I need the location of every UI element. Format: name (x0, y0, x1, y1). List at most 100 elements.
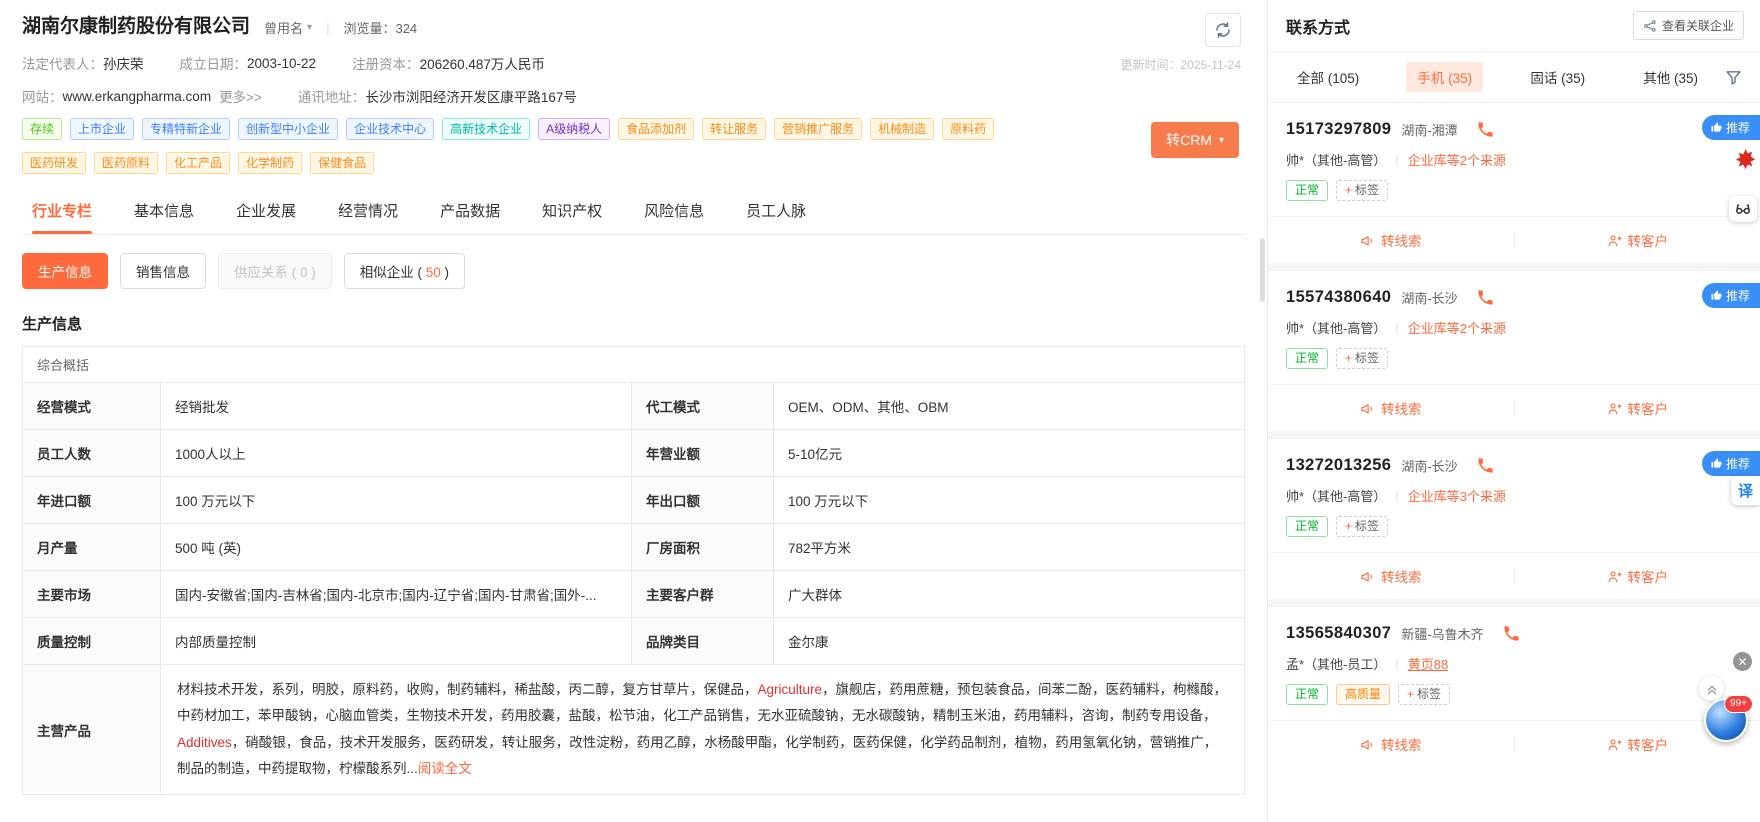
to-lead-button[interactable]: 转线索 (1268, 217, 1514, 263)
thumb-up-icon (1711, 122, 1722, 133)
contact-main-row: 15574380640 湖南-长沙 (1286, 288, 1742, 307)
tab-5[interactable]: 产品数据 (438, 190, 502, 234)
add-tag-button[interactable]: + 标签 (1336, 516, 1389, 537)
phone-call-icon[interactable] (1476, 456, 1495, 475)
subtab-1[interactable]: 生产信息 (22, 253, 108, 289)
tab-2[interactable]: 基本信息 (132, 190, 196, 234)
tab-7[interactable]: 风险信息 (642, 190, 706, 234)
contact-filter-2[interactable]: 手机 (35) (1406, 62, 1484, 92)
assistant-avatar[interactable]: 99+ (1704, 695, 1753, 742)
views-label: 浏览量： (343, 20, 396, 36)
close-icon[interactable]: ✕ (1733, 652, 1752, 671)
plus-icon: + (1345, 183, 1353, 197)
contact-source-link[interactable]: 企业库等2个来源 (1408, 318, 1506, 337)
contact-main-row: 13272013256 湖南-长沙 (1286, 456, 1742, 475)
separator: | (1395, 320, 1399, 335)
filter-funnel-icon[interactable] (1725, 69, 1742, 86)
field-value: 206260.487万人民币 (419, 57, 545, 72)
production-table-body: 综合概括 经营模式 经销批发 代工模式 OEM、ODM、其他、OBM 员工人数 1000人以… (22, 346, 1245, 796)
subtab-4[interactable]: 相似企业 ( 50 ) (343, 253, 466, 289)
collapse-button[interactable] (1699, 676, 1724, 701)
phone-call-icon[interactable] (1476, 120, 1495, 139)
plus-icon: + (1345, 351, 1353, 365)
to-customer-button[interactable]: 转客户 (1515, 385, 1760, 431)
company-tag: 食品添加剂 (618, 118, 695, 140)
to-customer-label: 转客户 (1627, 234, 1669, 249)
contact-filter-4[interactable]: 其他 (35) (1632, 62, 1709, 92)
add-tag-button[interactable]: + 标签 (1336, 348, 1389, 369)
subtab-2[interactable]: 销售信息 (120, 253, 206, 289)
production-table: 综合概括 经营模式 经销批发 代工模式 OEM、ODM、其他、OBM 员工人数 1000人以… (22, 346, 1245, 796)
contact-person-row: 帅*（其他-高管） | 企业库等3个来源 (1286, 486, 1742, 505)
contact-source-link[interactable]: 企业库等2个来源 (1408, 150, 1506, 169)
contact-actions: 转线索 转客户 (1268, 384, 1760, 431)
contact-card: 推荐 15574380640 湖南-长沙 帅*（其他-高管） | 企业库等2个来源 正常 + 标… (1268, 271, 1760, 431)
table-row: 质量控制 内部质量控制 品牌类目 金尔康 (22, 617, 1245, 665)
tab-4[interactable]: 经营情况 (336, 190, 400, 234)
former-name-dropdown[interactable]: 曾用名 ▾ (264, 18, 312, 37)
contact-source-link[interactable]: 黄页88 (1408, 654, 1448, 673)
contact-cards: 推荐 15173297809 湖南-湘潭 帅*（其他-高管） | 企业库等2个来源 正常 + 标… (1268, 103, 1760, 767)
tab-3[interactable]: 企业发展 (234, 190, 298, 234)
subtabs: 生产信息 销售信息 供应关系 ( 0 ) 相似企业 ( 50 ) (22, 253, 1245, 289)
company-name: 湖南尔康制药股份有限公司 (22, 16, 251, 37)
main-products-text: 材料技术开发，系列，明胶，原料药，收购，制药辅料，稀盐酸，丙二醇，复方甘草片，保… (160, 663, 1245, 796)
row-value: 广大群体 (773, 570, 1245, 618)
tab-6[interactable]: 知识产权 (540, 190, 604, 234)
contact-location: 新疆-乌鲁木齐 (1401, 627, 1484, 642)
translate-button[interactable]: 译 (1731, 476, 1760, 505)
contact-person: 孟*（其他-员工） (1286, 657, 1387, 672)
to-lead-button[interactable]: 转线索 (1268, 721, 1514, 767)
row-label: 主要客户群 (631, 570, 774, 618)
contact-person: 帅*（其他-高管） (1286, 321, 1387, 336)
refresh-button[interactable] (1205, 13, 1241, 47)
phone-call-icon[interactable] (1502, 624, 1521, 643)
read-more-link[interactable]: 阅读全文 (418, 761, 472, 776)
company-tag: 创新型中小企业 (238, 118, 339, 140)
company-tag: 转让服务 (702, 118, 767, 140)
caret-down-icon: ▾ (1218, 134, 1224, 146)
contact-tag: 正常 (1286, 180, 1329, 201)
customer-icon (1607, 401, 1622, 416)
contact-filter-1[interactable]: 全部 (105) (1286, 62, 1370, 92)
more-link[interactable]: 更多>> (219, 86, 262, 106)
contact-location: 湖南-长沙 (1401, 459, 1458, 474)
lead-icon (1360, 569, 1375, 584)
phone-call-icon[interactable] (1476, 288, 1495, 307)
tab-1[interactable]: 行业专栏 (30, 190, 94, 234)
lead-icon (1360, 233, 1375, 248)
phone-number: 13565840307 (1286, 624, 1392, 642)
to-customer-button[interactable]: 转客户 (1515, 553, 1760, 599)
view-related-companies-button[interactable]: 查看关联企业 (1632, 11, 1744, 40)
card-separator (1268, 431, 1760, 439)
glasses-extension-icon[interactable] (1729, 196, 1757, 222)
add-tag-button[interactable]: + 标签 (1398, 684, 1451, 705)
address-field: 通讯地址： 长沙市浏阳经济开发区康平路167号 (298, 86, 577, 106)
contacts-panel: 联系方式 查看关联企业 全部 (105) 手机 (35) 固话 (35) 其他 (35… (1268, 0, 1760, 822)
to-lead-button[interactable]: 转线索 (1268, 553, 1514, 599)
to-lead-button[interactable]: 转线索 (1268, 385, 1514, 431)
company-title-row: 湖南尔康制药股份有限公司 曾用名 ▾ | 浏览量：324 (22, 14, 1245, 40)
card-separator (1268, 263, 1760, 271)
contact-filter-3[interactable]: 固话 (35) (1519, 62, 1596, 92)
company-tag: 高新技术企业 (442, 118, 531, 140)
website-link[interactable]: www.erkangpharma.com (63, 89, 212, 104)
address-label: 通讯地址： (297, 90, 366, 105)
separator: | (1395, 152, 1399, 167)
update-time: 更新时间：2025-11-24 (1120, 58, 1242, 72)
scrollbar-thumb[interactable] (1260, 238, 1265, 302)
crm-label: 转CRM (1166, 132, 1212, 148)
row-value: 100 万元以下 (773, 476, 1245, 524)
company-tag: 原料药 (942, 118, 995, 140)
tab-8[interactable]: 员工人脉 (744, 190, 808, 234)
row-label: 年进口额 (22, 476, 161, 524)
lead-icon (1360, 401, 1375, 416)
add-tag-button[interactable]: + 标签 (1336, 180, 1389, 201)
to-customer-button[interactable]: 转客户 (1515, 217, 1760, 263)
field-label: 注册资本： (352, 57, 420, 72)
contacts-header: 联系方式 查看关联企业 (1268, 0, 1760, 52)
contact-source-link[interactable]: 企业库等3个来源 (1408, 486, 1506, 505)
extension-red-icon[interactable] (1734, 148, 1757, 171)
contact-person-row: 帅*（其他-高管） | 企业库等2个来源 (1286, 318, 1742, 337)
to-crm-button[interactable]: 转CRM ▾ (1151, 122, 1239, 158)
